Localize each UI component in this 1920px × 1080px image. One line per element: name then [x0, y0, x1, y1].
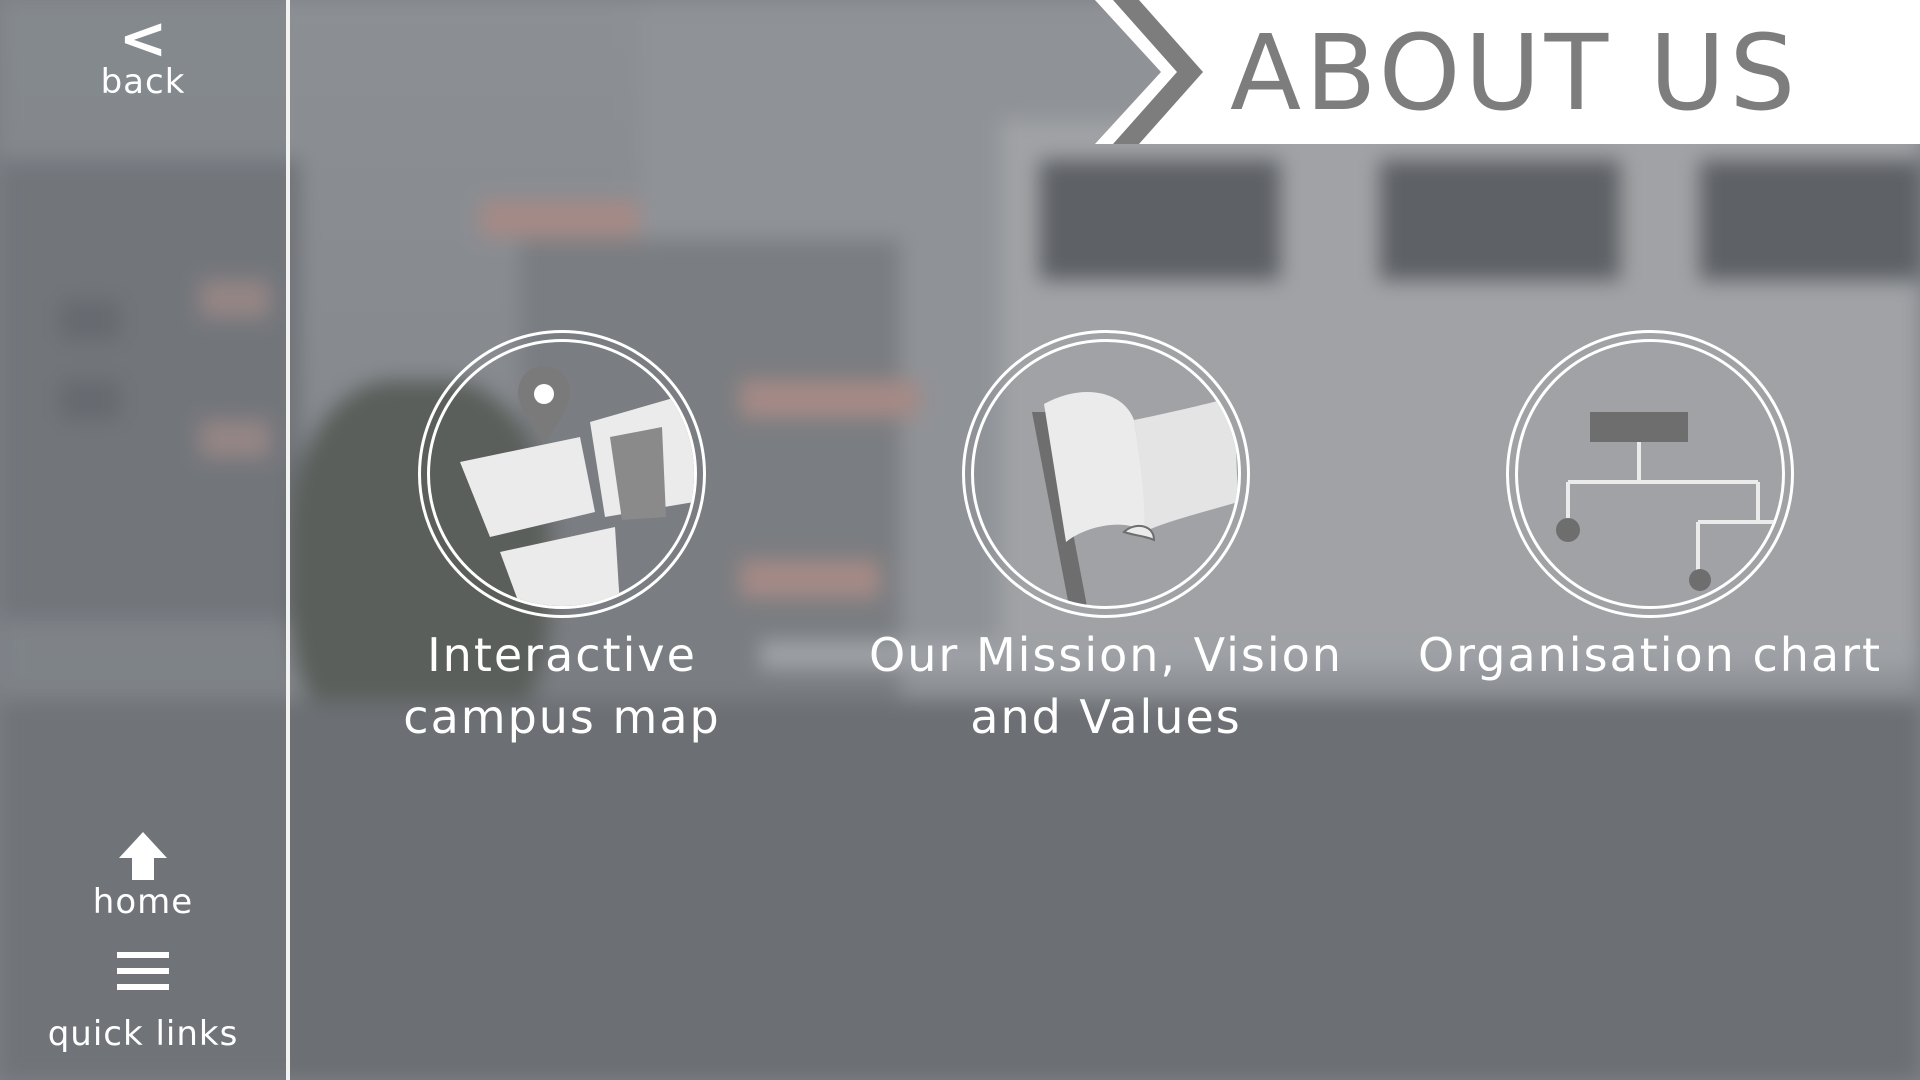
mission-circle — [962, 330, 1250, 618]
quick-links-label: quick links — [47, 1014, 239, 1054]
page-title: ABOUT US — [1230, 12, 1800, 134]
tile-title: Interactive campus map — [403, 628, 721, 744]
interactive-campus-map-tile[interactable]: Interactive campus map — [322, 330, 802, 748]
flag-icon — [1032, 392, 1238, 606]
quick-links-button[interactable]: quick links — [0, 950, 286, 1054]
sidebar-divider — [286, 0, 290, 1080]
org-chart-circle — [1506, 330, 1794, 618]
banner-chevron-icon — [1095, 0, 1203, 144]
campus-map-circle — [418, 330, 706, 618]
hamburger-menu-icon — [117, 952, 169, 990]
chevron-left-icon: < — [118, 4, 168, 72]
home-label: home — [92, 882, 194, 922]
back-label: back — [100, 62, 186, 102]
arrow-up-icon — [119, 832, 167, 880]
org-chart-icon — [1556, 412, 1782, 591]
map-pin-icon — [460, 366, 694, 606]
tile-title: Our Mission, Vision and Values — [869, 628, 1343, 744]
tile-title: Organisation chart — [1417, 628, 1883, 682]
back-button[interactable]: < back — [0, 4, 286, 102]
mission-vision-values-tile[interactable]: Our Mission, Vision and Values — [866, 330, 1346, 748]
home-button[interactable]: home — [0, 830, 286, 922]
organisation-chart-tile[interactable]: Organisation chart — [1410, 330, 1890, 686]
